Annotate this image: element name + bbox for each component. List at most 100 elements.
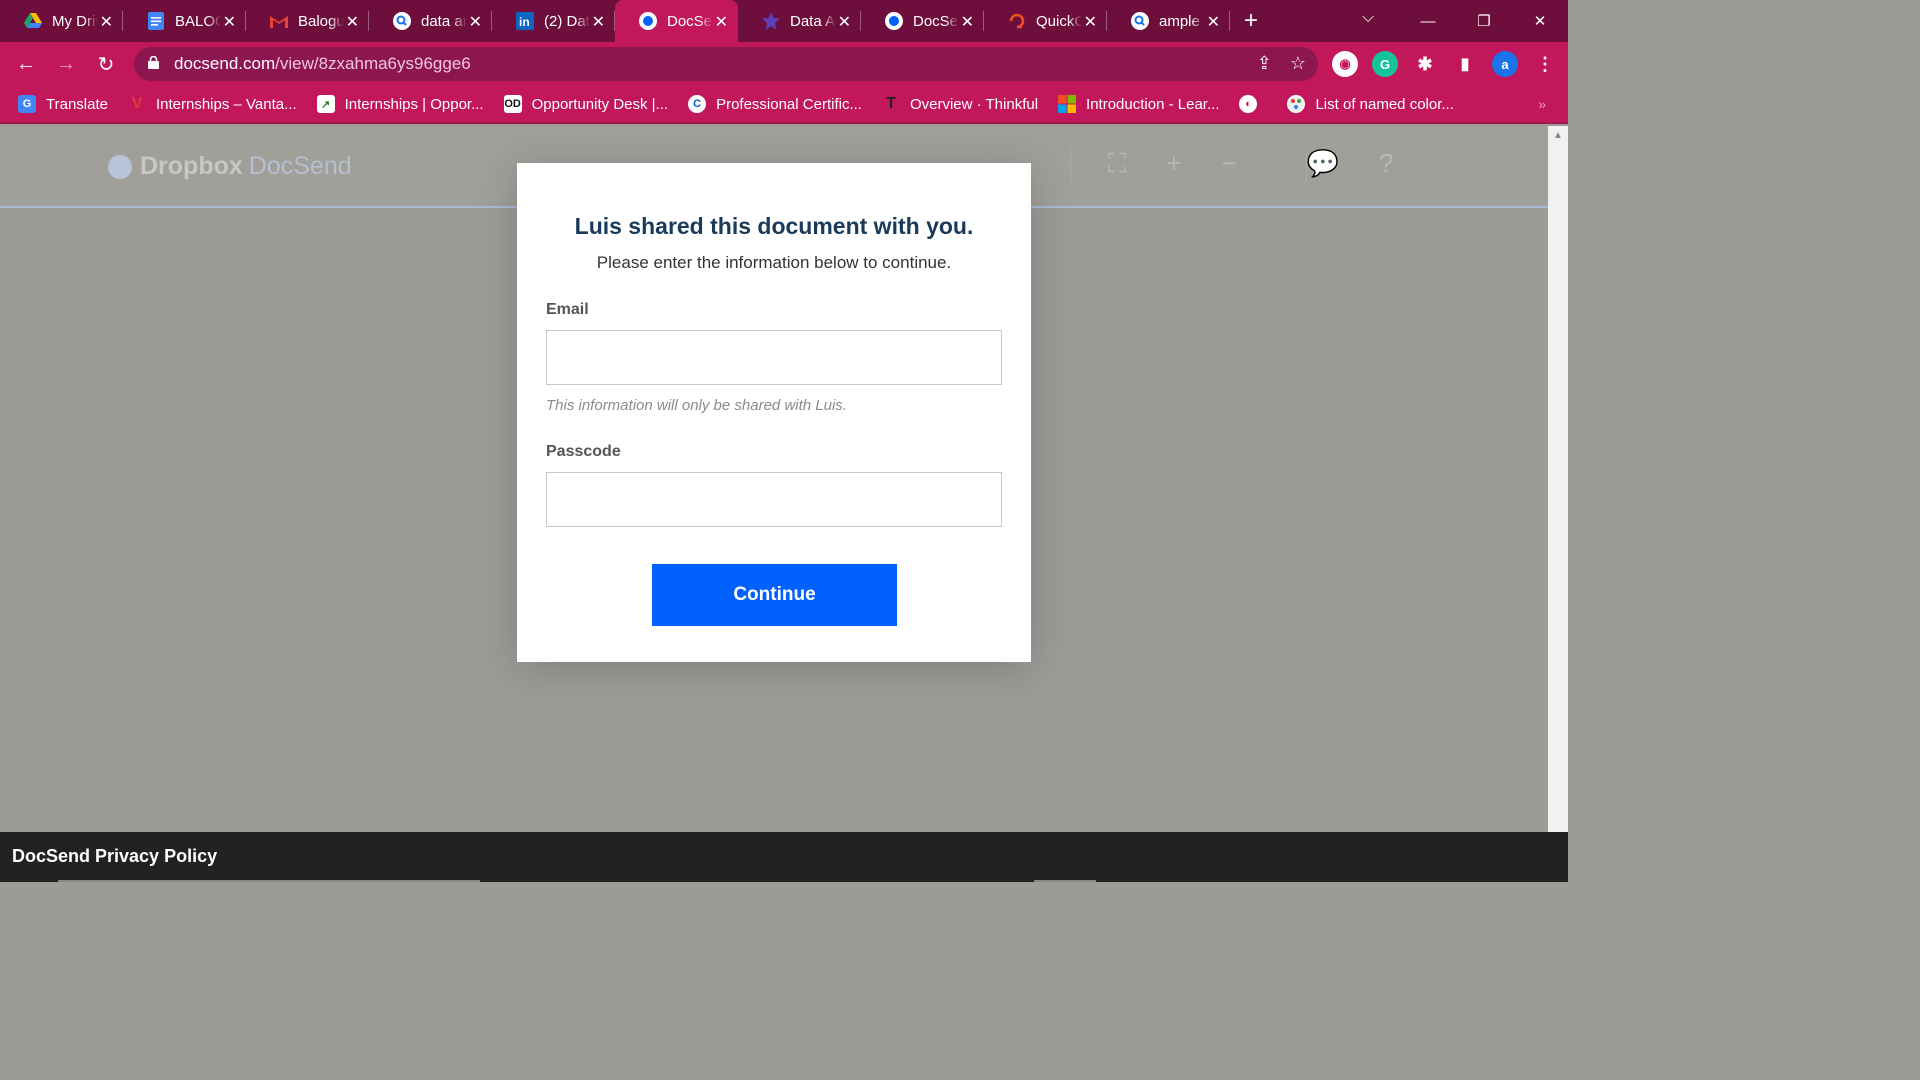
od-icon: OD [503, 95, 522, 113]
bookmark-globe[interactable]: ◐ [1239, 95, 1267, 113]
bookmark-internships-opportunities[interactable]: ↗ Internships | Oppor... [316, 95, 484, 113]
microsoft-icon [1058, 95, 1077, 113]
bookmark-star-icon[interactable]: ☆ [1290, 53, 1306, 74]
url-text: docsend.com/view/8zxahma6ys96gge6 [174, 54, 471, 74]
bookmark-opportunity-desk[interactable]: OD Opportunity Desk |... [503, 95, 668, 113]
bookmark-translate[interactable]: G Translate [18, 95, 108, 113]
search-icon [1131, 12, 1149, 30]
tab-linkedin[interactable]: in (2) Data ✕ [492, 0, 615, 42]
tab-gmail[interactable]: Balogun ✕ [246, 0, 369, 42]
viewer-controls: ⛶ + − 💬 ? [1108, 148, 1393, 180]
zoom-in-icon[interactable]: + [1166, 148, 1181, 180]
close-icon[interactable]: ✕ [838, 12, 851, 32]
email-label: Email [546, 301, 589, 318]
tab-quickchart[interactable]: QuickChart ✕ [984, 0, 1107, 42]
email-field[interactable] [546, 330, 1002, 385]
dropbox-docsend-logo[interactable]: Dropbox DocSend [108, 152, 352, 181]
tab-my-drive[interactable]: My Drive ✕ [0, 0, 123, 42]
bookmark-thinkful[interactable]: T Overview · Thinkful [882, 95, 1038, 113]
colors-icon [1287, 95, 1306, 113]
side-panel-icon[interactable]: ▮ [1452, 51, 1478, 77]
lock-icon[interactable] [148, 55, 164, 72]
close-icon[interactable]: ✕ [592, 12, 605, 32]
privacy-policy-link[interactable]: DocSend Privacy Policy [12, 846, 217, 867]
bookmarks-overflow-icon[interactable]: » [1538, 96, 1546, 112]
email-help-text: This information will only be shared wit… [546, 397, 847, 414]
tab-title: (2) Data [544, 12, 590, 30]
bookmark-label: Internships – Vanta... [155, 95, 297, 113]
bookmark-internships-vanta[interactable]: V Internships – Vanta... [128, 95, 297, 113]
puzzle-extensions-icon[interactable]: ✱ [1412, 51, 1438, 77]
tab-title: Data Analyst [790, 12, 836, 30]
bookmark-professional-certificate[interactable]: C Professional Certific... [688, 95, 862, 113]
restore-icon[interactable]: ❐ [1456, 12, 1512, 30]
continue-button[interactable]: Continue [652, 564, 897, 626]
close-icon[interactable]: ✕ [961, 12, 974, 32]
back-arrow-icon[interactable]: ← [6, 53, 46, 76]
close-icon[interactable]: ✕ [1084, 12, 1097, 32]
url-path: /view/8zxahma6ys96gge6 [275, 54, 471, 73]
grammarly-icon[interactable]: G [1372, 51, 1398, 77]
bookmark-microsoft-learn[interactable]: Introduction - Lear... [1058, 95, 1219, 113]
fullscreen-icon[interactable]: ⛶ [1108, 148, 1126, 180]
google-docs-icon [147, 12, 165, 30]
tab-data-analyst-search[interactable]: data analyst ✕ [369, 0, 492, 42]
vanta-icon: V [131, 95, 143, 112]
kebab-menu-icon[interactable]: ⋮ [1532, 51, 1558, 77]
help-icon[interactable]: ? [1379, 148, 1393, 180]
page-footer: DocSend Privacy Policy [0, 832, 1568, 882]
tab-ample-search[interactable]: ample ✕ [1107, 0, 1230, 42]
zoom-out-icon[interactable]: − [1221, 148, 1236, 180]
bookmark-label: Professional Certific... [716, 95, 862, 113]
window-close-icon[interactable]: ✕ [1512, 12, 1568, 30]
tab-title: ample [1159, 12, 1200, 30]
comment-icon[interactable]: 💬 [1307, 148, 1339, 180]
quickchart-icon [1008, 12, 1026, 30]
tab-search-chevron-icon[interactable]: ⌵ [1362, 9, 1374, 27]
close-icon[interactable]: ✕ [469, 12, 482, 32]
tab-docsend-active[interactable]: DocSend ✕ [615, 0, 738, 42]
passcode-field[interactable] [546, 472, 1002, 527]
minimize-icon[interactable]: — [1400, 13, 1456, 30]
profile-avatar-icon[interactable]: a [1492, 51, 1518, 77]
toolbar-divider [1306, 148, 1307, 182]
reload-icon[interactable]: ↻ [86, 52, 126, 77]
tab-docsend-2[interactable]: DocSend ✕ [861, 0, 984, 42]
new-tab-plus-icon[interactable]: + [1244, 7, 1258, 35]
window-controls: — ❐ ✕ [1400, 0, 1568, 42]
tab-data-analyst[interactable]: Data Analyst ✕ [738, 0, 861, 42]
tab-title: DocSend [667, 12, 713, 30]
extension-chat-icon[interactable]: ◉ [1332, 51, 1358, 77]
gmail-icon [270, 12, 288, 30]
docsend-icon [639, 12, 657, 30]
docsend-icon [885, 12, 903, 30]
close-icon[interactable]: ✕ [715, 12, 728, 32]
scroll-up-arrow-icon[interactable]: ▲ [1553, 130, 1563, 141]
forward-arrow-icon[interactable]: → [46, 53, 86, 76]
share-icon[interactable]: ⇪ [1257, 53, 1272, 74]
brand-primary: Dropbox [140, 152, 243, 180]
bookmark-label: Internships | Oppor... [344, 95, 484, 113]
tab-title: Balogun [298, 12, 344, 30]
bookmark-named-colors[interactable]: List of named color... [1287, 95, 1454, 113]
tab-title: My Drive [52, 12, 98, 30]
google-translate-icon: G [18, 95, 36, 113]
search-icon [393, 12, 411, 30]
docsend-logo-icon [108, 154, 132, 179]
tab-strip: My Drive ✕ BALOGUN ✕ Balogun ✕ data anal… [0, 0, 1568, 42]
close-icon[interactable]: ✕ [1207, 12, 1220, 32]
page-scrollbar[interactable]: ▲ [1548, 126, 1568, 832]
omnibox-actions: ⇪ ☆ [1257, 53, 1306, 74]
close-icon[interactable]: ✕ [346, 12, 359, 32]
coursera-icon: C [688, 95, 707, 113]
close-icon[interactable]: ✕ [223, 12, 236, 32]
url-domain: docsend.com [174, 54, 276, 73]
tab-title: DocSend [913, 12, 959, 30]
tab-title: BALOGUN [175, 12, 221, 30]
close-icon[interactable]: ✕ [100, 12, 113, 32]
footer-scroll-track [58, 880, 480, 882]
footer-scroll-track [1034, 880, 1096, 882]
tab-balogun-doc[interactable]: BALOGUN ✕ [123, 0, 246, 42]
bookmark-label: Translate [46, 95, 108, 113]
address-bar[interactable]: docsend.com/view/8zxahma6ys96gge6 ⇪ ☆ [134, 47, 1318, 81]
